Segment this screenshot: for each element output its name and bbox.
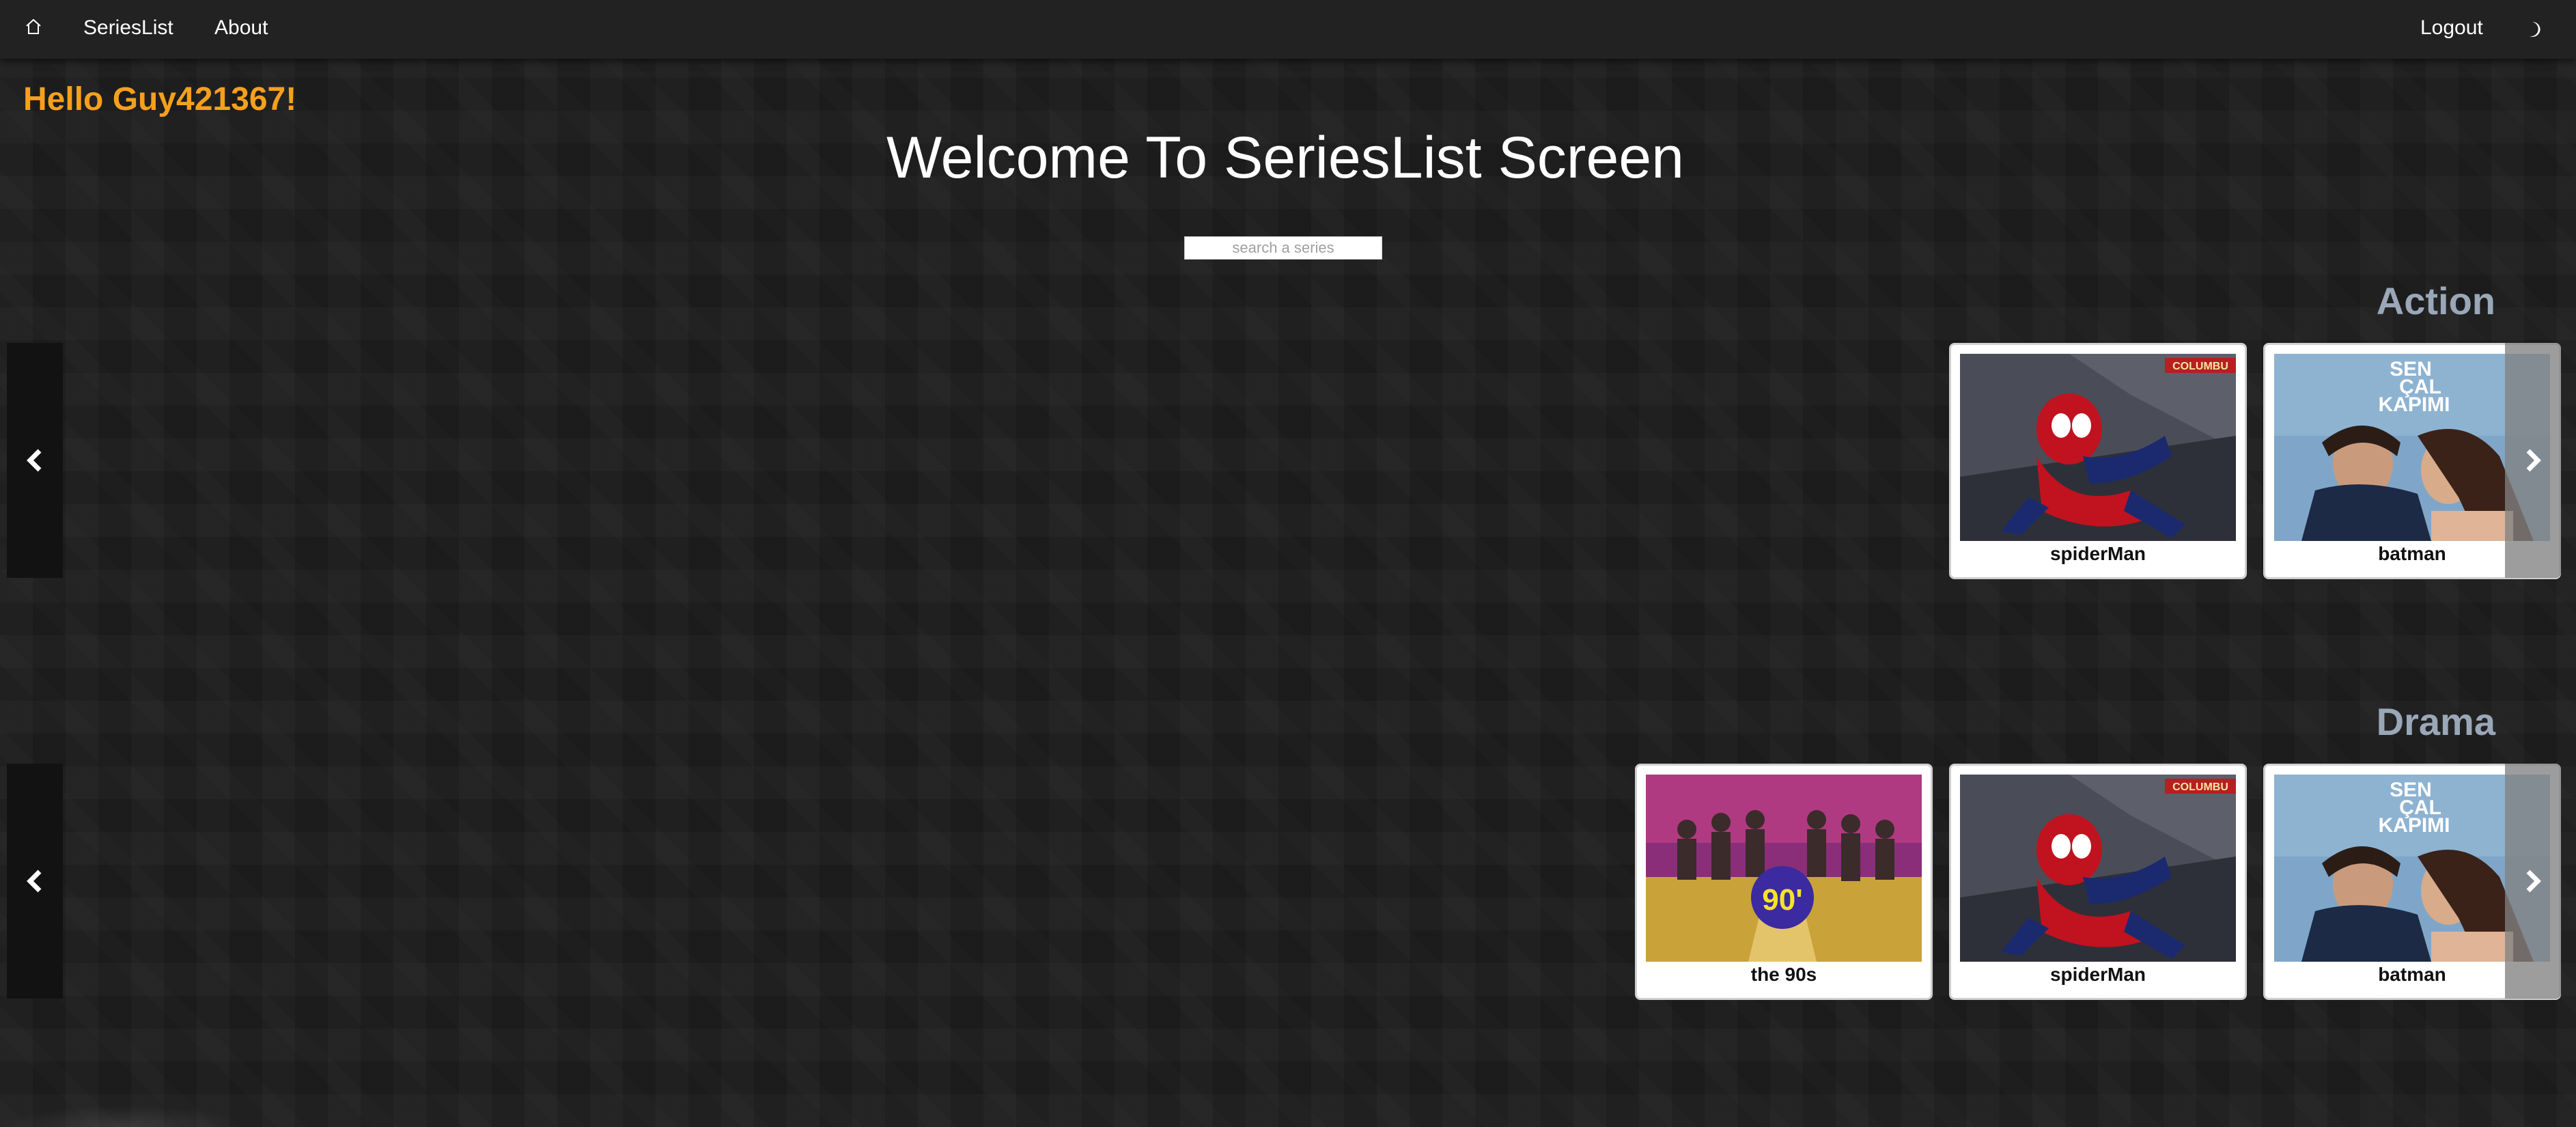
chevron-right-icon [2526,449,2541,472]
chevron-right-icon [2526,869,2541,893]
drama-carousel: 90' the 90s COLUMBU spiderMan SEN ÇAL KA… [7,764,2561,1000]
carousel-prev-button[interactable] [7,343,63,578]
poster-text: KAPIMI [2379,814,2450,837]
spiderman-poster: COLUMBU [1960,775,2236,962]
page-title: Welcome To SeriesList Screen [886,125,1684,191]
chevron-left-icon [27,869,42,893]
series-card-title: spiderMan [2049,964,2146,985]
carousel-prev-button[interactable] [7,764,63,999]
top-navbar: SeriesList About Logout [0,0,2576,59]
card-list: 90' the 90s COLUMBU spiderMan SEN ÇAL KA… [1635,764,2561,1000]
home-icon[interactable] [23,16,44,37]
greeting-text: Hello Guy421367! [23,81,297,117]
footer-shadow [0,1105,246,1127]
series-card-title: spiderMan [2049,543,2146,564]
the-90s-poster: 90' [1646,775,1922,962]
nav-serieslist-link[interactable]: SeriesList [83,16,173,40]
series-card[interactable]: 90' the 90s [1635,764,1933,1000]
section-title-action: Action [2376,279,2495,322]
poster-text: KAPIMI [2379,393,2450,416]
series-card-title: the 90s [1750,964,1817,985]
spiderman-poster: COLUMBU [1960,354,2236,541]
svg-text:COLUMBU: COLUMBU [2172,361,2228,372]
moon-icon[interactable] [2524,19,2545,40]
search-input[interactable] [1184,236,1382,260]
nav-about-link[interactable]: About [214,16,268,40]
logout-link[interactable]: Logout [2420,16,2483,40]
svg-text:COLUMBU: COLUMBU [2172,781,2228,793]
poster-text: 90' [1762,883,1802,917]
section-title-drama: Drama [2376,700,2495,743]
card-list: COLUMBU spiderMan SEN ÇAL KAPIMI batman [1949,343,2561,579]
action-carousel: COLUMBU spiderMan SEN ÇAL KAPIMI batman [7,343,2561,579]
series-card[interactable]: COLUMBU spiderMan [1949,764,2247,1000]
series-card[interactable]: COLUMBU spiderMan [1949,343,2247,579]
carousel-next-button[interactable] [2505,343,2561,578]
carousel-next-button[interactable] [2505,764,2561,999]
chevron-left-icon [27,449,42,472]
